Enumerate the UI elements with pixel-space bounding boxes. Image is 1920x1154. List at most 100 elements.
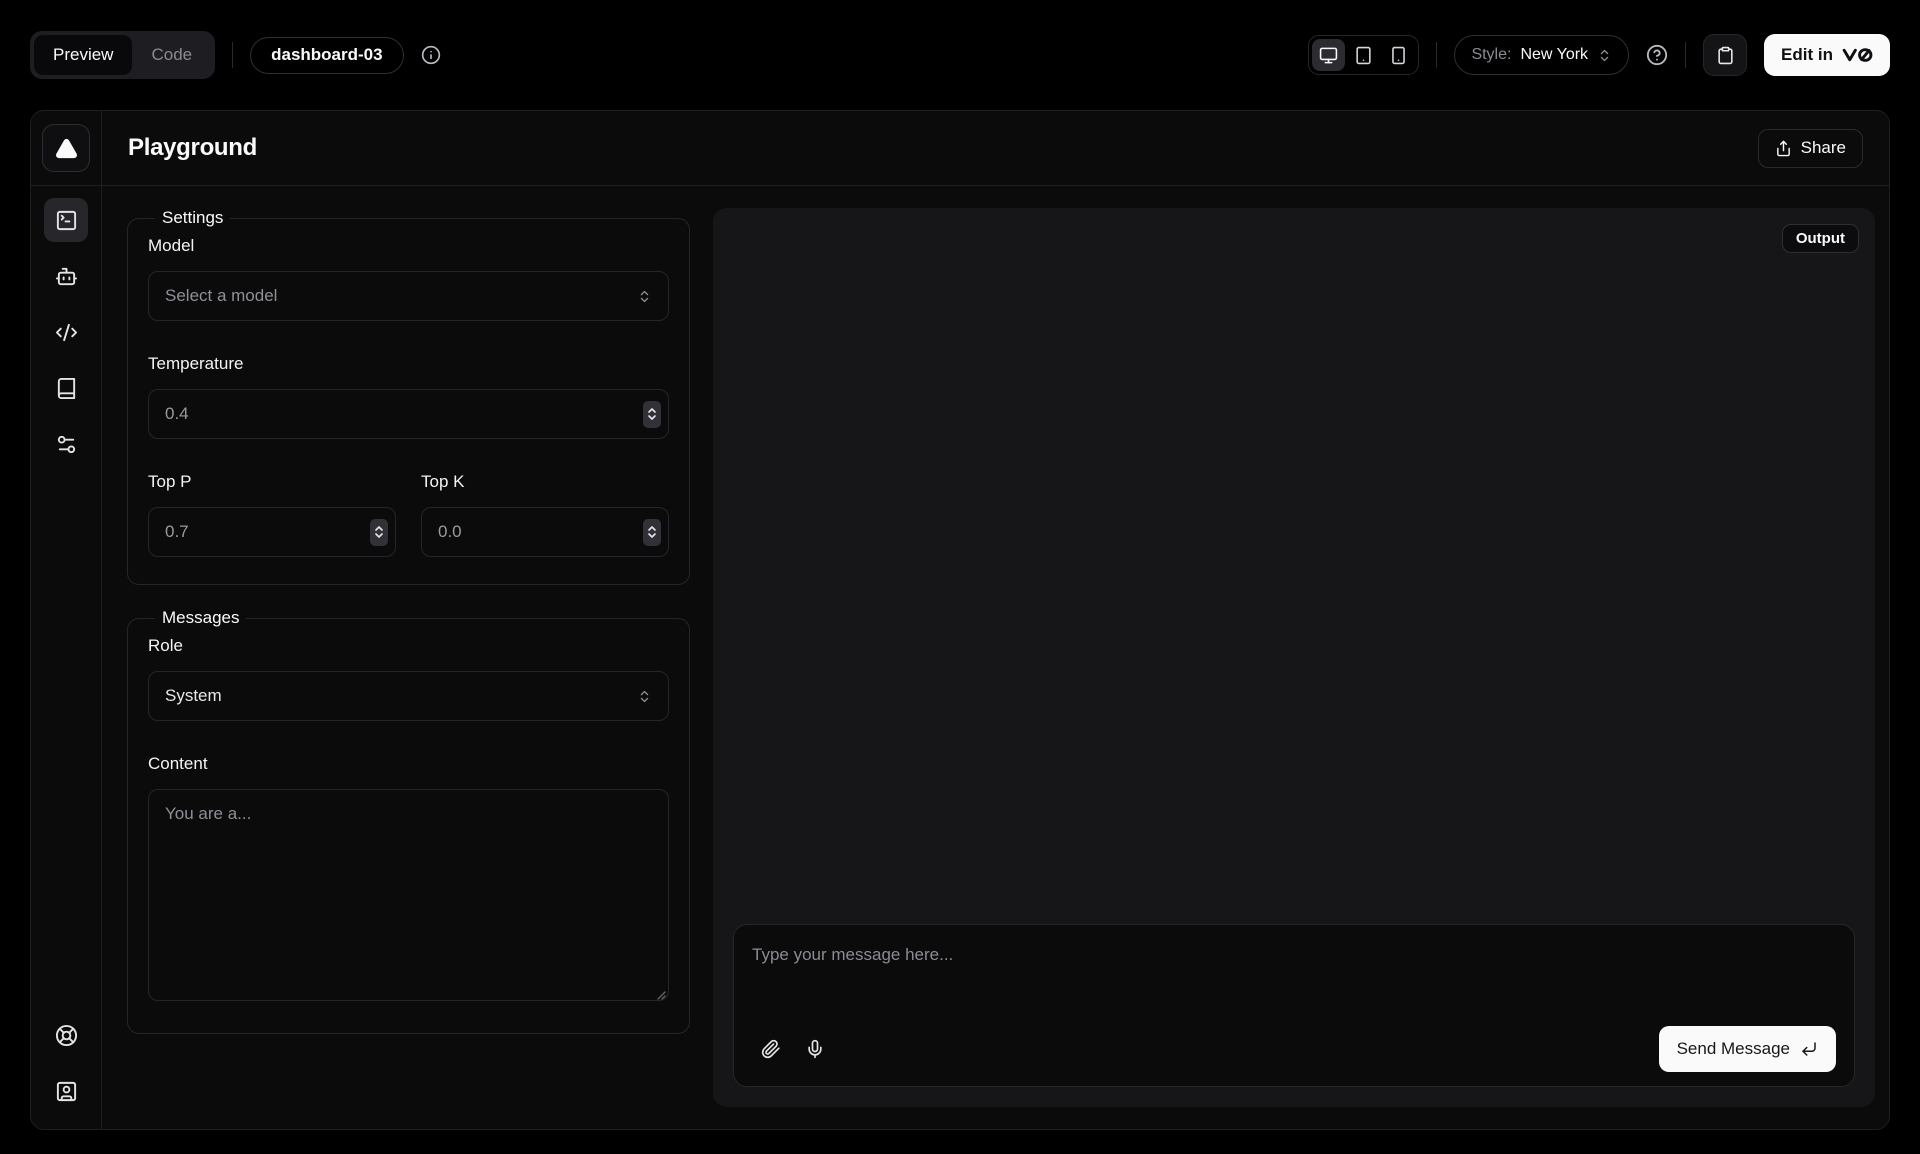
mic-icon: [805, 1039, 825, 1059]
paperclip-icon: [761, 1039, 781, 1059]
code-icon: [55, 321, 78, 344]
sidebar-item-settings[interactable]: [44, 422, 88, 466]
help-button[interactable]: [1646, 44, 1668, 66]
message-input[interactable]: [752, 939, 1836, 1026]
chevrons-up-down-icon: [637, 289, 652, 304]
book-icon: [55, 377, 78, 400]
main-area: Playground Share Settings Model Select a…: [102, 111, 1889, 1129]
square-terminal-icon: [55, 209, 78, 232]
top-p-input[interactable]: 0.7: [148, 507, 396, 557]
role-select-value: System: [165, 686, 222, 706]
sidebar-item-account[interactable]: [44, 1069, 88, 1113]
top-p-field: Top P 0.7: [148, 472, 396, 557]
role-label: Role: [148, 636, 669, 656]
sidebar-item-documentation[interactable]: [44, 366, 88, 410]
number-spinner[interactable]: [643, 401, 661, 428]
chevrons-up-down-icon: [637, 689, 652, 704]
sidebar-nav: [44, 186, 88, 466]
settings-fieldset: Settings Model Select a model Temperatur…: [127, 208, 690, 585]
tab-code[interactable]: Code: [132, 35, 211, 75]
content-textarea[interactable]: [148, 789, 669, 1001]
top-k-field: Top K 0.0: [421, 472, 669, 557]
top-k-label: Top K: [421, 472, 669, 492]
temperature-value: 0.4: [165, 404, 189, 424]
edit-in-v0-label: Edit in: [1781, 45, 1833, 65]
content-area: Settings Model Select a model Temperatur…: [102, 186, 1889, 1129]
composer-toolbar: Send Message: [752, 1026, 1836, 1072]
monitor-icon: [1319, 46, 1338, 65]
top-p-label: Top P: [148, 472, 396, 492]
model-field: Model Select a model: [148, 236, 669, 321]
clipboard-icon: [1716, 46, 1735, 65]
sidebar-item-api[interactable]: [44, 310, 88, 354]
send-message-label: Send Message: [1677, 1039, 1790, 1059]
top-p-value: 0.7: [165, 522, 189, 542]
v0-logo-icon: [1842, 47, 1873, 63]
top-toolbar: Preview Code dashboard-03 Style: New Yor…: [0, 0, 1920, 110]
share-icon: [1775, 140, 1792, 157]
toolbar-divider: [232, 42, 233, 68]
home-logo-button[interactable]: [42, 124, 90, 172]
bot-icon: [55, 265, 78, 288]
chevrons-up-down-icon: [1597, 48, 1612, 63]
device-preview-toggle: [1308, 35, 1419, 75]
content-label: Content: [148, 754, 669, 774]
number-spinner[interactable]: [643, 519, 661, 546]
app-sidebar: [31, 111, 102, 1129]
role-select[interactable]: System: [148, 671, 669, 721]
style-select-label: Style:: [1471, 46, 1511, 64]
sidebar-item-models[interactable]: [44, 254, 88, 298]
temperature-field: Temperature 0.4: [148, 354, 669, 439]
model-select[interactable]: Select a model: [148, 271, 669, 321]
top-p-k-row: Top P 0.7 Top K 0.0: [148, 472, 669, 557]
role-field: Role System: [148, 636, 669, 721]
settings-form: Settings Model Select a model Temperatur…: [127, 208, 690, 1107]
copy-code-button[interactable]: [1703, 34, 1747, 76]
sidebar-logo-section: [31, 111, 101, 186]
style-select-value: New York: [1520, 46, 1588, 64]
model-label: Model: [148, 236, 669, 256]
block-name-badge: dashboard-03: [250, 37, 403, 74]
triangle-logo-icon: [55, 137, 78, 160]
sidebar-bottom-nav: [44, 1013, 88, 1129]
messages-legend: Messages: [155, 608, 246, 628]
output-panel: Output: [713, 208, 1875, 1107]
smartphone-icon: [1389, 46, 1408, 65]
info-icon: [421, 45, 441, 65]
sidebar-item-help[interactable]: [44, 1013, 88, 1057]
send-message-button[interactable]: Send Message: [1659, 1026, 1836, 1072]
circle-help-icon: [1646, 44, 1668, 66]
top-k-input[interactable]: 0.0: [421, 507, 669, 557]
temperature-input[interactable]: 0.4: [148, 389, 669, 439]
life-buoy-icon: [55, 1024, 78, 1047]
microphone-button[interactable]: [796, 1030, 834, 1068]
square-user-icon: [55, 1080, 78, 1103]
share-button[interactable]: Share: [1758, 129, 1863, 168]
preview-frame: Playground Share Settings Model Select a…: [30, 110, 1890, 1130]
toolbar-divider: [1436, 42, 1437, 68]
sidebar-item-playground[interactable]: [44, 198, 88, 242]
edit-in-v0-button[interactable]: Edit in: [1764, 34, 1890, 76]
device-desktop-button[interactable]: [1312, 39, 1345, 71]
share-button-label: Share: [1801, 138, 1846, 158]
tablet-icon: [1354, 46, 1373, 65]
model-select-placeholder: Select a model: [165, 286, 277, 306]
temperature-label: Temperature: [148, 354, 669, 374]
attach-file-button[interactable]: [752, 1030, 790, 1068]
toolbar-divider: [1685, 42, 1686, 68]
number-spinner[interactable]: [370, 519, 388, 546]
style-select[interactable]: Style: New York: [1454, 35, 1629, 75]
settings-legend: Settings: [155, 208, 230, 228]
message-composer: Send Message: [733, 924, 1855, 1087]
device-mobile-button[interactable]: [1382, 39, 1415, 71]
messages-fieldset: Messages Role System Content: [127, 608, 690, 1034]
output-badge: Output: [1782, 224, 1859, 253]
tab-preview[interactable]: Preview: [34, 35, 132, 75]
page-header: Playground Share: [102, 111, 1889, 186]
settings2-icon: [55, 433, 78, 456]
page-title: Playground: [128, 134, 257, 162]
device-tablet-button[interactable]: [1347, 39, 1380, 71]
info-button[interactable]: [421, 45, 441, 65]
top-k-value: 0.0: [438, 522, 462, 542]
preview-code-toggle: Preview Code: [30, 31, 215, 79]
